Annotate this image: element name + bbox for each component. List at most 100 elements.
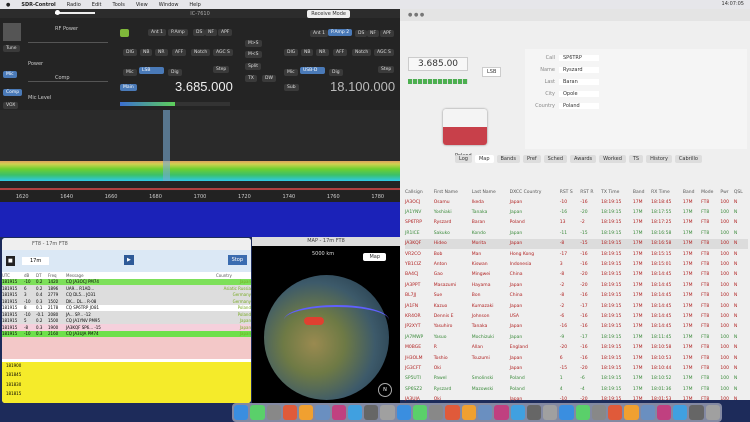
decode-row[interactable]: 181915 6 0.2 1896 UA9... R1AD... Asiatic Russ… [2,285,251,292]
dig-button-a[interactable]: DIG [123,49,138,56]
dock-app-icon[interactable] [559,405,574,420]
dock-app-icon[interactable] [461,405,476,420]
ds-button-a[interactable]: DS [193,29,206,36]
tab-worked[interactable]: Worked [599,155,626,163]
nr-button-b[interactable]: NR [316,49,329,56]
vfo-a-frequency[interactable]: 3.685.000 [175,79,233,94]
step-button-a[interactable]: Step [213,66,230,73]
decode-row[interactable]: 181915 -10 0.2 1420 CQ JA3OCJ PM74 Japan [2,278,251,285]
table-row[interactable]: JH3OLM Toshio Tsuzumi Japan 6 -16 18:19:15 17M 1… [405,353,748,363]
column-header[interactable]: TX Time [601,187,633,197]
menu-help[interactable]: Help [189,2,200,8]
table-row[interactable]: JA3PPT Masazumi Hayama Japan -2 -20 18:19:15 17… [405,280,748,290]
nb-button-b[interactable]: NB [301,49,314,56]
compass-icon[interactable]: N [378,383,392,397]
ds-button-b[interactable]: DS [355,30,368,37]
dock-app-icon[interactable] [315,405,330,420]
table-row[interactable]: JP2XYT Yasuhiro Tanaka Japan -16 -16 18:19:15 1… [405,322,748,332]
dock-app-icon[interactable] [640,405,655,420]
menu-radio[interactable]: Radio [67,2,81,8]
table-row[interactable]: KR4OR Dennis E Johnson USA -6 -16 18:19:15 17M 1… [405,311,748,321]
nb-button-a[interactable]: NB [140,49,153,56]
dock-app-icon[interactable] [299,405,314,420]
table-row[interactable]: M0BGE R Allan England -20 -16 18:19:15 17M 18:10… [405,342,748,352]
column-header[interactable]: Mode [701,187,720,197]
m-from-s-button[interactable]: M<S [245,51,262,58]
auto-button[interactable]: ▶ [124,255,134,265]
nr-button-a[interactable]: NR [155,49,168,56]
dock-app-icon[interactable] [396,405,411,420]
dock-app-icon[interactable] [543,405,558,420]
mic-mode-b[interactable]: Mic [284,69,298,76]
dock-app-icon[interactable] [364,405,379,420]
column-header[interactable]: Last Name [472,187,510,197]
menu-edit[interactable]: Edit [92,2,102,8]
agc-button-a[interactable]: AGC S [213,49,233,56]
form-field[interactable]: Baran [559,79,599,85]
main-button[interactable]: Main [120,84,137,91]
tab-bands[interactable]: Bands [496,155,520,163]
column-header[interactable]: RST S [560,187,581,197]
rx-row[interactable]: 181900 [2,362,251,369]
rx-frequency-list[interactable]: 181900 181845 181830 181815 [2,362,251,403]
volume-slider[interactable] [55,10,95,15]
table-row[interactable]: BA4CJ Gao Mingwei China -8 -20 18:19:15 17M 18:1… [405,270,748,280]
receive-mode-button[interactable]: Receive Mode [307,10,350,18]
sub-button[interactable]: Sub [284,84,299,91]
dw-button[interactable]: DW [262,75,276,82]
mode-lsb-button[interactable]: LSB [139,67,164,74]
waterfall-display[interactable] [0,202,400,237]
tune-button[interactable]: Tune [3,45,20,52]
dock-app-icon[interactable] [575,405,590,420]
stop-button[interactable]: Stop [227,255,247,265]
mode-select[interactable]: LSB [482,67,502,77]
dig-mode-b[interactable]: Dig [329,69,343,76]
dig-mode-a[interactable]: Dig [168,69,182,76]
dock-app-icon[interactable] [331,405,346,420]
window-controls[interactable]: ● ● ● [408,12,424,18]
notch-button-a[interactable]: Notch [191,49,211,56]
menu-window[interactable]: Window [159,2,179,8]
table-row[interactable]: JG3CFT Oki Japan -15 -20 18:19:15 17M 18:10:44 1… [405,363,748,373]
rf-power-slider[interactable] [28,42,108,43]
dock-app-icon[interactable] [510,405,525,420]
column-header[interactable]: RST R [580,187,601,197]
tab-ts[interactable]: TS [628,155,644,163]
m-to-s-button[interactable]: M>S [245,40,262,47]
dock-app-icon[interactable] [429,405,444,420]
dock-app-icon[interactable] [624,405,639,420]
decode-row[interactable]: 181915 -8 0.3 1900 JA3KQF SP6... -15 Japan [2,324,251,331]
apf-button-a[interactable]: APF [218,29,233,36]
agc-button-b[interactable]: AGC S [374,49,394,56]
menu-view[interactable]: View [136,2,148,8]
aff-button-a[interactable]: AFF [172,49,187,56]
table-row[interactable]: YB1CIZ Anton Kiswan Indonesia 3 -16 18:19:15 17… [405,259,748,269]
map-button[interactable]: Map [363,253,386,261]
decode-row[interactable]: 181915 -10 0.3 2160 CQ JA3UJA PM74 Japan [2,330,251,337]
table-row[interactable]: BL7JJ Sue Bon China -8 -16 18:19:15 17M 18:14:45… [405,291,748,301]
table-row[interactable]: JA7MWP Yasuo Mochizuki Japan -9 -17 18:19:15 17… [405,332,748,342]
preamp-button-a[interactable]: P.Amp [168,29,188,36]
form-field[interactable]: SP6TRP [559,55,599,61]
dock-app-icon[interactable] [234,405,249,420]
mode-usb-d-button[interactable]: USB-D [300,67,325,74]
vfo-a-power-button[interactable] [120,29,129,37]
tab-log[interactable]: Log [455,155,472,163]
dock-app-icon[interactable] [705,405,720,420]
tuning-marker[interactable] [163,110,170,181]
column-header[interactable]: Band [683,187,701,197]
comp-button[interactable]: Comp [3,89,23,96]
dock-app-icon[interactable] [250,405,265,420]
tab-awards[interactable]: Awards [570,155,597,163]
table-row[interactable]: JA1YNV Yoshiaki Tanaka Japan -16 -20 18:19:15 1… [405,207,748,217]
aff-button-b[interactable]: AFF [333,49,348,56]
form-field[interactable]: Opole [559,91,599,97]
dock-app-icon[interactable] [494,405,509,420]
dock-app-icon[interactable] [266,405,281,420]
apf-button-b[interactable]: APF [380,30,395,37]
nf-button-a[interactable]: NF [205,29,217,36]
column-header[interactable]: RX Time [651,187,683,197]
dock-app-icon[interactable] [347,405,363,420]
tab-pref[interactable]: Pref [522,155,541,163]
dig-button-b[interactable]: DIG [284,49,299,56]
